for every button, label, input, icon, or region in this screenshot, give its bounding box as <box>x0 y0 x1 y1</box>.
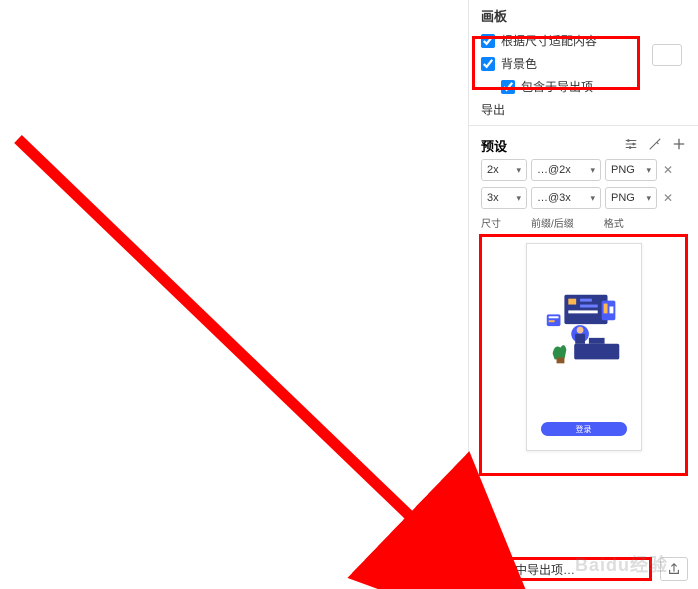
remove-preset-icon[interactable]: ✕ <box>661 163 675 177</box>
divider <box>469 125 698 126</box>
format-dropdown[interactable]: PNG▾ <box>605 187 657 209</box>
chevron-down-icon: ▾ <box>516 165 521 176</box>
background-color-checkbox[interactable] <box>481 57 495 71</box>
col-suffix-label: 前缀/后缀 <box>531 215 574 230</box>
preview-cta-button: 登录 <box>541 422 627 436</box>
background-color-swatch[interactable] <box>652 44 682 66</box>
include-in-export-checkbox[interactable] <box>501 80 515 94</box>
chevron-down-icon: ▾ <box>590 165 595 176</box>
col-format-label: 格式 <box>604 215 624 230</box>
col-size-label: 尺寸 <box>481 215 501 230</box>
preset-row: 3x▾ …@3x▾ PNG▾ ✕ <box>481 187 686 209</box>
knife-icon[interactable] <box>648 137 662 154</box>
resize-to-fit-checkbox[interactable] <box>481 34 495 48</box>
toolbar-button[interactable] <box>450 557 474 581</box>
preset-row: 2x▾ …@2x▾ PNG▾ ✕ <box>481 159 686 181</box>
chevron-down-icon: ▾ <box>646 165 651 176</box>
artboard-section-title: 画板 <box>469 0 698 29</box>
include-in-export-row[interactable]: 包含于导出项 <box>469 75 698 98</box>
size-dropdown[interactable]: 3x▾ <box>481 187 527 209</box>
preview-illustration <box>535 286 633 376</box>
export-link[interactable]: 导出 <box>481 101 505 118</box>
chevron-down-icon: ▾ <box>646 193 651 204</box>
preview-highlight-box: 登录 <box>479 234 688 476</box>
suffix-dropdown[interactable]: …@3x▾ <box>531 187 601 209</box>
export-selected-button[interactable]: 已选中导出项… <box>480 557 652 581</box>
presets-title: 预设 <box>481 136 507 155</box>
suffix-dropdown[interactable]: …@2x▾ <box>531 159 601 181</box>
preset-rows: 2x▾ …@2x▾ PNG▾ ✕ 3x▾ …@3x▾ PNG▾ ✕ <box>469 159 698 209</box>
inspector-panel: 画板 根据尺寸适配内容 背景色 包含于导出项 导出 预设 2x▾ <box>468 0 698 589</box>
chevron-down-icon: ▾ <box>590 193 595 204</box>
export-row: 已选中导出项… <box>480 557 688 581</box>
include-in-export-label: 包含于导出项 <box>521 78 593 95</box>
background-color-label: 背景色 <box>501 55 537 72</box>
export-link-row[interactable]: 导出 <box>469 98 698 121</box>
preset-column-labels: 尺寸 前缀/后缀 格式 <box>469 215 698 230</box>
presets-header: 预设 <box>469 130 698 159</box>
settings-icon[interactable] <box>624 137 638 154</box>
share-button[interactable] <box>660 557 688 581</box>
resize-to-fit-label: 根据尺寸适配内容 <box>501 32 597 49</box>
remove-preset-icon[interactable]: ✕ <box>661 191 675 205</box>
chevron-down-icon: ▾ <box>516 193 521 204</box>
size-dropdown[interactable]: 2x▾ <box>481 159 527 181</box>
format-dropdown[interactable]: PNG▾ <box>605 159 657 181</box>
plus-icon[interactable] <box>672 137 686 154</box>
artboard-preview[interactable]: 登录 <box>526 243 642 451</box>
